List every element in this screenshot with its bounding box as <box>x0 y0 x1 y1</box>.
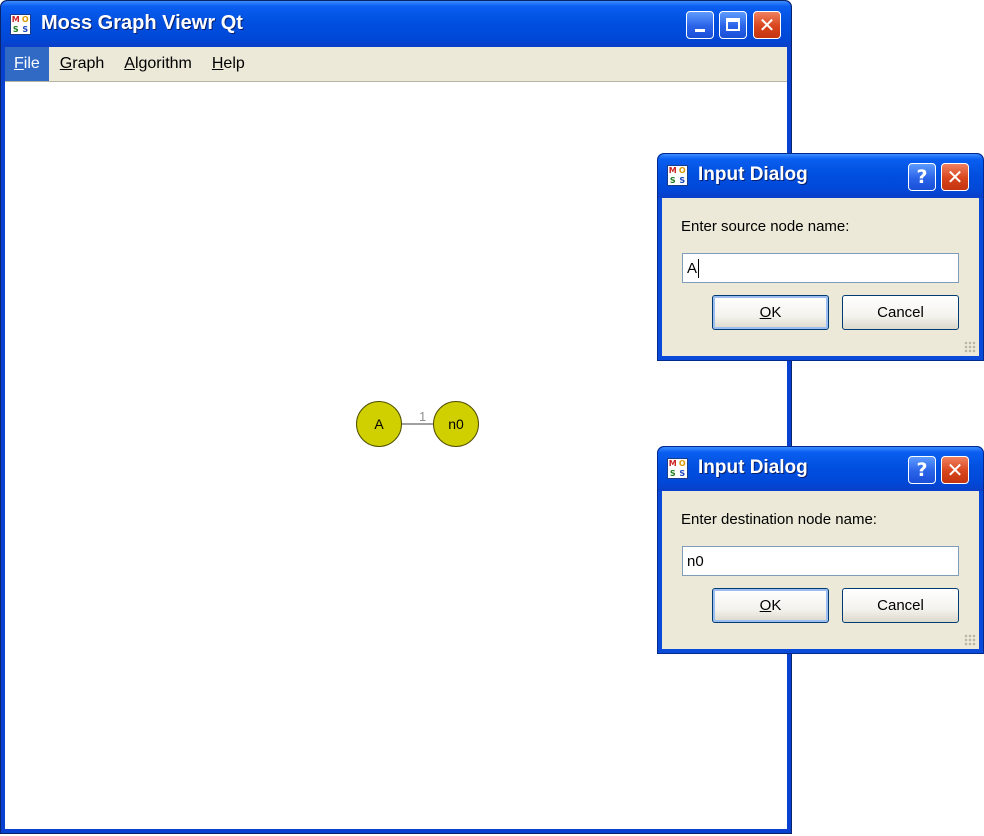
edge-weight-label: 1 <box>419 409 427 424</box>
moss-app-icon[interactable]: M O S S <box>10 14 31 35</box>
close-icon: ✕ <box>946 458 964 482</box>
menu-help[interactable]: Help <box>203 47 254 81</box>
dialog-body: Enter destination node name: OK Cancel <box>662 491 979 649</box>
help-button[interactable]: ? <box>908 456 936 484</box>
dialog-titlebar[interactable]: M O S S Input Dialog ? ✕ <box>658 447 983 491</box>
question-icon: ? <box>916 459 928 481</box>
cancel-button[interactable]: Cancel <box>842 295 959 330</box>
graph-node-n0[interactable]: n0 <box>433 401 479 447</box>
close-icon: ✕ <box>758 13 776 37</box>
main-window: M O S S Moss Graph Viewr Qt ✕ File Graph… <box>0 0 792 834</box>
main-titlebar[interactable]: M O S S Moss Graph Viewr Qt ✕ <box>1 1 791 47</box>
window-title: Moss Graph Viewr Qt <box>41 12 243 34</box>
destination-node-input[interactable] <box>682 546 959 576</box>
source-prompt-label: Enter source node name: <box>681 218 850 235</box>
dialog-body: Enter source node name: OK Cancel <box>662 198 979 356</box>
minimize-button[interactable] <box>686 11 714 39</box>
dialog-titlebar[interactable]: M O S S Input Dialog ? ✕ <box>658 154 983 198</box>
help-button[interactable]: ? <box>908 163 936 191</box>
dialog-title: Input Dialog <box>698 457 808 478</box>
text-caret <box>698 259 699 278</box>
dialog-close-button[interactable]: ✕ <box>941 163 969 191</box>
close-button[interactable]: ✕ <box>753 11 781 39</box>
maximize-icon <box>726 18 740 31</box>
moss-app-icon: M O S S <box>667 165 688 186</box>
menubar: File Graph Algorithm Help <box>5 47 787 82</box>
ok-button[interactable]: OK <box>712 295 829 330</box>
resize-grip-icon[interactable] <box>964 341 976 353</box>
maximize-button[interactable] <box>719 11 747 39</box>
menu-graph[interactable]: Graph <box>51 47 113 81</box>
menu-algorithm[interactable]: Algorithm <box>115 47 201 81</box>
ok-button[interactable]: OK <box>712 588 829 623</box>
source-node-input[interactable] <box>682 253 959 283</box>
dialog-close-button[interactable]: ✕ <box>941 456 969 484</box>
cancel-button[interactable]: Cancel <box>842 588 959 623</box>
dialog-title: Input Dialog <box>698 164 808 185</box>
graph-node-a[interactable]: A <box>356 401 402 447</box>
destination-node-dialog: M O S S Input Dialog ? ✕ Enter destinati… <box>657 446 984 654</box>
minimize-icon <box>695 29 705 32</box>
resize-grip-icon[interactable] <box>964 634 976 646</box>
close-icon: ✕ <box>946 165 964 189</box>
source-node-dialog: M O S S Input Dialog ? ✕ Enter source no… <box>657 153 984 361</box>
moss-app-icon: M O S S <box>667 458 688 479</box>
menu-file[interactable]: File <box>5 47 49 81</box>
destination-prompt-label: Enter destination node name: <box>681 511 877 528</box>
question-icon: ? <box>916 166 928 188</box>
